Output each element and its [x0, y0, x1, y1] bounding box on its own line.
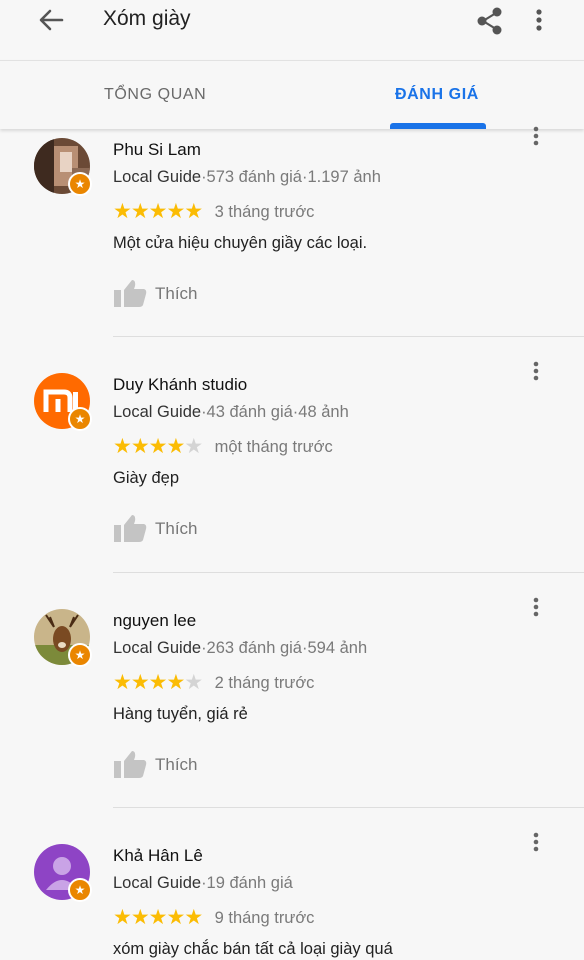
local-guide-label: Local Guide — [113, 403, 202, 421]
local-guide-label: Local Guide — [113, 168, 202, 186]
reviewer-name[interactable]: nguyen lee — [113, 611, 196, 631]
local-guide-badge-icon: ★ — [68, 407, 92, 431]
review-text: Giày đẹp — [113, 469, 180, 487]
rating-row: ★★★★★ một tháng trước — [113, 436, 333, 458]
arrow-back-icon — [39, 9, 64, 31]
more-options-button[interactable] — [527, 5, 551, 37]
star-filled-icon: ★ — [113, 435, 132, 458]
tab-bar: TỔNG QUAN ĐÁNH GIÁ — [0, 60, 584, 129]
star-filled-icon: ★ — [148, 200, 168, 223]
tab-reviews[interactable]: ĐÁNH GIÁ — [395, 86, 479, 104]
local-guide-badge-icon: ★ — [68, 643, 92, 667]
star-filled-icon: ★ — [148, 906, 168, 929]
divider — [113, 807, 584, 808]
tab-overview[interactable]: TỔNG QUAN — [104, 86, 206, 104]
review-time: 9 tháng trước — [214, 908, 315, 927]
review-text: xóm giày chắc bán tất cả loại giày quá — [113, 940, 393, 958]
review-item: ★ Phu Si Lam Local Guide·573 đánh giá·1.… — [0, 126, 584, 373]
avatar[interactable]: ★ — [34, 138, 92, 196]
more-vert-icon — [533, 597, 539, 617]
star-filled-icon: ★ — [166, 200, 186, 223]
avatar[interactable]: ★ — [34, 609, 92, 667]
avatar[interactable]: ★ — [34, 844, 92, 902]
star-filled-icon: ★ — [166, 435, 186, 458]
thumb-up-icon — [114, 515, 147, 542]
star-filled-icon: ★ — [130, 671, 150, 694]
star-filled-icon: ★ — [130, 906, 150, 929]
review-text: Hàng tuyển, giá rẻ — [113, 705, 248, 723]
app-bar: Xóm giày — [0, 0, 584, 60]
review-item: ★ nguyen lee Local Guide·263 đánh giá·59… — [0, 597, 584, 844]
more-vert-icon — [533, 832, 539, 852]
star-filled-icon: ★ — [148, 435, 168, 458]
review-counts: ·573 đánh giá·1.197 ảnh — [201, 168, 381, 186]
star-filled-icon: ★ — [130, 200, 150, 223]
reviewer-meta: Local Guide·43 đánh giá·48 ảnh — [113, 403, 349, 422]
review-counts: ·43 đánh giá·48 ảnh — [201, 403, 349, 421]
rating-row: ★★★★★ 9 tháng trước — [113, 907, 314, 929]
more-vert-icon — [536, 9, 542, 31]
like-label: Thích — [155, 284, 198, 303]
share-button[interactable] — [474, 5, 506, 37]
review-more-button[interactable] — [526, 124, 546, 154]
review-more-button[interactable] — [526, 359, 546, 389]
thumb-up-icon — [114, 751, 147, 778]
reviewer-meta: Local Guide·19 đánh giá — [113, 874, 293, 893]
star-empty-icon: ★ — [184, 435, 204, 458]
local-guide-label: Local Guide — [113, 874, 202, 892]
review-time: 2 tháng trước — [214, 673, 315, 692]
review-more-button[interactable] — [526, 830, 546, 860]
review-counts: ·19 đánh giá — [201, 874, 293, 892]
review-text: Một cửa hiệu chuyên giầy các loại. — [113, 234, 368, 252]
review-counts: ·263 đánh giá·594 ảnh — [201, 639, 368, 657]
share-icon — [477, 7, 502, 35]
star-filled-icon: ★ — [113, 671, 132, 694]
review-time: 3 tháng trước — [214, 202, 315, 221]
like-label: Thích — [155, 755, 198, 774]
star-filled-icon: ★ — [184, 200, 204, 223]
reviewer-meta: Local Guide·573 đánh giá·1.197 ảnh — [113, 168, 381, 187]
more-vert-icon — [533, 361, 539, 381]
rating-row: ★★★★★ 3 tháng trước — [113, 201, 314, 223]
review-item: ★ Khả Hân Lê Local Guide·19 đánh giá ★★★… — [0, 832, 584, 960]
rating-row: ★★★★★ 2 tháng trước — [113, 672, 314, 694]
local-guide-label: Local Guide — [113, 639, 202, 657]
reviewer-name[interactable]: Phu Si Lam — [113, 140, 201, 160]
active-tab-indicator — [390, 123, 486, 129]
star-filled-icon: ★ — [148, 671, 168, 694]
star-filled-icon: ★ — [166, 906, 186, 929]
star-filled-icon: ★ — [166, 671, 186, 694]
star-filled-icon: ★ — [113, 200, 132, 223]
reviewer-meta: Local Guide·263 đánh giá·594 ảnh — [113, 639, 367, 658]
more-vert-icon — [533, 126, 539, 146]
star-filled-icon: ★ — [184, 906, 204, 929]
review-time: một tháng trước — [214, 437, 333, 456]
reviewer-name[interactable]: Duy Khánh studio — [113, 375, 247, 395]
back-button[interactable] — [34, 5, 68, 35]
star-filled-icon: ★ — [113, 906, 132, 929]
local-guide-badge-icon: ★ — [68, 878, 92, 902]
star-filled-icon: ★ — [130, 435, 150, 458]
review-more-button[interactable] — [526, 595, 546, 625]
thumb-up-icon — [114, 280, 147, 307]
reviewer-name[interactable]: Khả Hân Lê — [113, 846, 203, 866]
divider — [113, 572, 584, 573]
avatar[interactable]: ★ — [34, 373, 92, 431]
divider — [113, 336, 584, 337]
local-guide-badge-icon: ★ — [68, 172, 92, 196]
like-label: Thích — [155, 519, 198, 538]
page-title: Xóm giày — [103, 7, 191, 30]
star-empty-icon: ★ — [184, 671, 204, 694]
